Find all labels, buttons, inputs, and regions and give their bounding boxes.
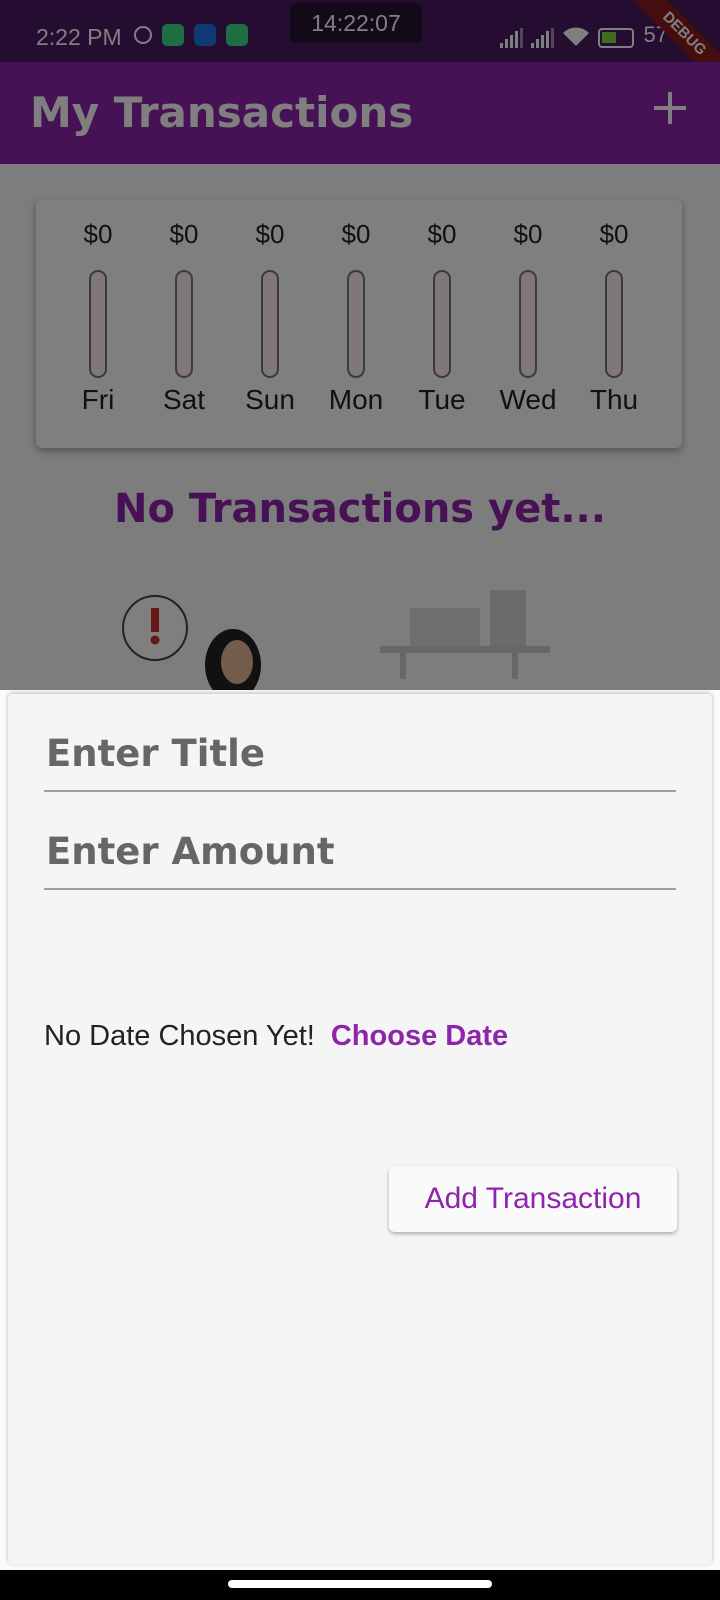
- title-input[interactable]: [44, 731, 680, 776]
- new-transaction-sheet: No Date Chosen Yet! Choose Date Add Tran…: [8, 694, 712, 1564]
- gesture-handle[interactable]: [228, 1580, 492, 1588]
- selected-date-text: No Date Chosen Yet!: [44, 1020, 315, 1052]
- amount-field: [44, 792, 680, 890]
- modal-scrim[interactable]: [0, 0, 720, 690]
- add-transaction-button[interactable]: Add Transaction: [389, 1166, 677, 1232]
- navigation-bar: [0, 1570, 720, 1600]
- choose-date-button[interactable]: Choose Date: [331, 1020, 508, 1053]
- amount-input[interactable]: [44, 829, 680, 874]
- date-row: No Date Chosen Yet! Choose Date: [44, 1020, 508, 1053]
- title-field: [44, 694, 680, 792]
